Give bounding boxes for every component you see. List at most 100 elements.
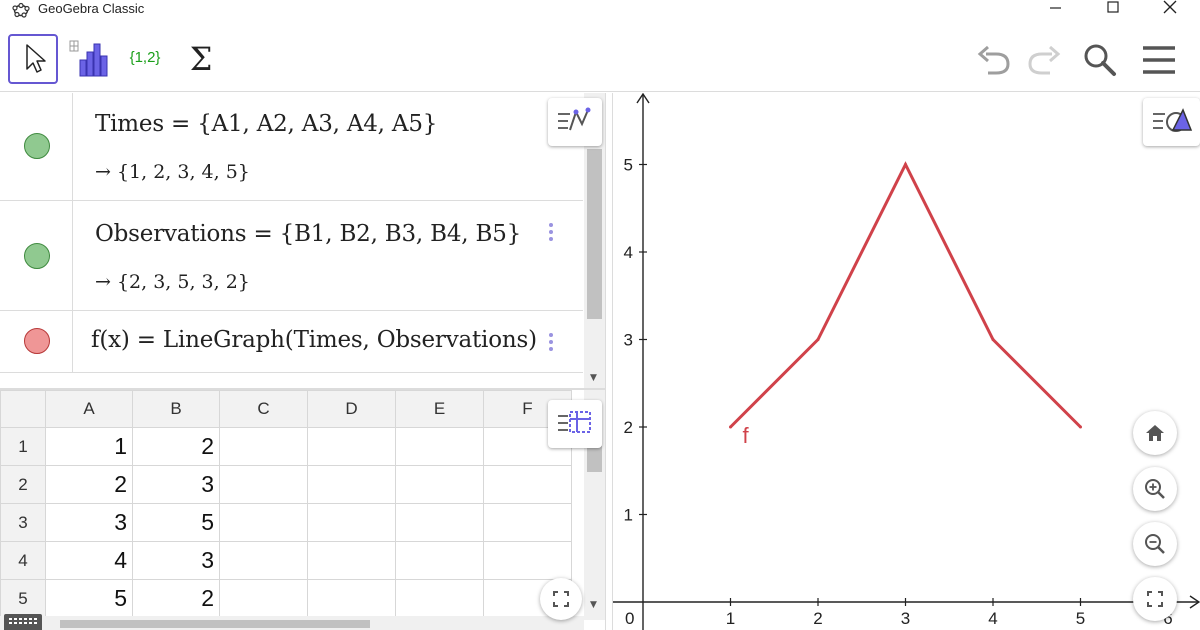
home-button[interactable] bbox=[1133, 411, 1177, 455]
spreadsheet-horizontal-scrollbar[interactable] bbox=[0, 616, 584, 630]
algebra-row-observations[interactable]: Observations = {B1, B2, B3, B4, B5} → {2… bbox=[0, 201, 583, 311]
cell[interactable] bbox=[219, 503, 308, 542]
column-header[interactable]: D bbox=[307, 390, 396, 428]
cell[interactable] bbox=[395, 541, 484, 580]
window-title: GeoGebra Classic bbox=[38, 1, 145, 16]
graphics-fullscreen-button[interactable] bbox=[1133, 577, 1177, 621]
cell[interactable] bbox=[307, 503, 396, 542]
zoom-in-icon bbox=[1145, 479, 1165, 499]
cell[interactable] bbox=[219, 427, 308, 466]
cell-a1[interactable]: 1 bbox=[45, 427, 133, 466]
cell[interactable] bbox=[307, 465, 396, 504]
cell[interactable] bbox=[395, 579, 484, 618]
zoom-out-button[interactable] bbox=[1133, 522, 1177, 566]
scrollbar-thumb[interactable] bbox=[587, 446, 602, 472]
data-point bbox=[1079, 425, 1082, 429]
cell-a3[interactable]: 3 bbox=[45, 503, 133, 542]
undo-button[interactable] bbox=[974, 40, 1018, 80]
visibility-toggle-marble[interactable] bbox=[24, 133, 50, 159]
cell-b4[interactable]: 3 bbox=[132, 541, 220, 580]
cell-b2[interactable]: 3 bbox=[132, 465, 220, 504]
maximize-button[interactable] bbox=[1085, 0, 1141, 22]
algebra-definition[interactable]: Times = {A1, A2, A3, A4, A5} bbox=[95, 111, 437, 137]
search-button[interactable] bbox=[1078, 40, 1122, 80]
cell-b1[interactable]: 2 bbox=[132, 427, 220, 466]
column-header[interactable]: C bbox=[219, 390, 308, 428]
algebra-definition[interactable]: f(x) = LineGraph(Times, Observations) bbox=[91, 327, 537, 353]
curve-label-f[interactable]: f bbox=[743, 423, 750, 448]
cell-a4[interactable]: 4 bbox=[45, 541, 133, 580]
cell[interactable] bbox=[219, 541, 308, 580]
y-tick-label: 3 bbox=[624, 331, 633, 350]
row-header[interactable]: 2 bbox=[0, 465, 46, 504]
cell[interactable] bbox=[307, 579, 396, 618]
sum-tool-label: Σ bbox=[189, 40, 213, 78]
cell[interactable] bbox=[483, 465, 572, 504]
column-header[interactable]: B bbox=[132, 390, 220, 428]
close-button[interactable] bbox=[1142, 0, 1198, 22]
keyboard-icon[interactable] bbox=[4, 614, 42, 630]
scrollbar-thumb[interactable] bbox=[587, 149, 602, 319]
search-icon bbox=[1084, 44, 1116, 76]
spreadsheet-grid: A B C D E F 1 1 2 2 2 3 3 3 5 4 4 3 5 5 … bbox=[0, 390, 572, 618]
data-point bbox=[816, 338, 820, 341]
graphics-style-bar-button[interactable] bbox=[1143, 98, 1200, 146]
cell-a2[interactable]: 2 bbox=[45, 465, 133, 504]
algebra-style-bar-button[interactable] bbox=[548, 98, 602, 146]
cell[interactable] bbox=[307, 427, 396, 466]
cell[interactable] bbox=[219, 579, 308, 618]
algebra-value: → {1, 2, 3, 4, 5} bbox=[95, 161, 250, 183]
analysis-tool-button[interactable] bbox=[64, 34, 114, 84]
redo-icon bbox=[1028, 45, 1061, 75]
row-header[interactable]: 1 bbox=[0, 427, 46, 466]
cell[interactable] bbox=[483, 503, 572, 542]
cell[interactable] bbox=[395, 427, 484, 466]
toolbar: {1,2} Σ bbox=[0, 22, 1200, 92]
algebra-row-f[interactable]: f(x) = LineGraph(Times, Observations) bbox=[0, 311, 583, 373]
cell[interactable] bbox=[395, 465, 484, 504]
row-header[interactable]: 5 bbox=[0, 579, 46, 618]
scroll-down-arrow-icon[interactable]: ▼ bbox=[590, 600, 597, 610]
table-row: 4 4 3 bbox=[0, 541, 572, 580]
column-header[interactable]: A bbox=[45, 390, 133, 428]
list-tool-button[interactable]: {1,2} bbox=[120, 34, 170, 84]
cell-b5[interactable]: 2 bbox=[132, 579, 220, 618]
visibility-toggle-marble[interactable] bbox=[24, 328, 50, 354]
sum-tool-button[interactable]: Σ bbox=[176, 34, 226, 84]
cell[interactable] bbox=[395, 503, 484, 542]
spreadsheet-fullscreen-button[interactable] bbox=[540, 578, 582, 620]
table-row: 3 3 5 bbox=[0, 503, 572, 542]
cell-a5[interactable]: 5 bbox=[45, 579, 133, 618]
row-header[interactable]: 3 bbox=[0, 503, 46, 542]
redo-button[interactable] bbox=[1020, 40, 1064, 80]
move-tool-button[interactable] bbox=[8, 34, 58, 84]
cell-b3[interactable]: 5 bbox=[132, 503, 220, 542]
marble-column bbox=[0, 201, 73, 310]
cell[interactable] bbox=[219, 465, 308, 504]
main-menu-button[interactable] bbox=[1138, 40, 1182, 80]
algebra-definition[interactable]: Observations = {B1, B2, B3, B4, B5} bbox=[95, 221, 521, 247]
spreadsheet-style-bar-button[interactable] bbox=[548, 400, 602, 448]
cell[interactable] bbox=[483, 541, 572, 580]
algebra-row-times[interactable]: Times = {A1, A2, A3, A4, A5} → {1, 2, 3,… bbox=[0, 93, 583, 201]
data-point bbox=[991, 338, 995, 341]
table-row: 5 5 2 bbox=[0, 579, 572, 618]
graphics-view[interactable]: 012345612345 f bbox=[613, 93, 1200, 630]
data-point bbox=[904, 163, 907, 166]
view-divider[interactable] bbox=[605, 93, 613, 630]
table-row: 2 2 3 bbox=[0, 465, 572, 504]
graphics-canvas[interactable]: 0 1 2 3 4 5 612345 f bbox=[613, 93, 1200, 630]
scroll-down-arrow-icon[interactable]: ▼ bbox=[590, 373, 597, 383]
row-header[interactable]: 4 bbox=[0, 541, 46, 580]
visibility-toggle-marble[interactable] bbox=[24, 243, 50, 269]
more-options-icon[interactable] bbox=[549, 331, 555, 353]
scrollbar-thumb[interactable] bbox=[60, 620, 370, 628]
corner-header[interactable] bbox=[0, 390, 46, 428]
marble-column bbox=[0, 93, 73, 200]
minimize-button[interactable] bbox=[1028, 0, 1084, 22]
zoom-in-button[interactable] bbox=[1133, 467, 1177, 511]
more-options-icon[interactable] bbox=[549, 221, 555, 243]
line-graph-f[interactable] bbox=[729, 161, 1082, 429]
cell[interactable] bbox=[307, 541, 396, 580]
column-header[interactable]: E bbox=[395, 390, 484, 428]
